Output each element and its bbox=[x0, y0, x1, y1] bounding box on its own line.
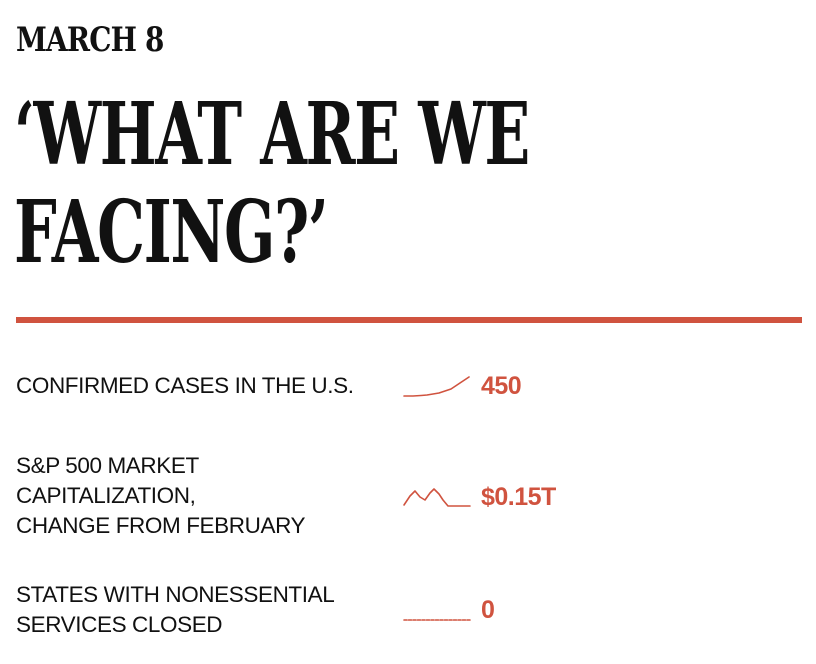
rising-curve-sparkline-icon bbox=[403, 376, 470, 397]
stat-label-line: CHANGE FROM FEBRUARY bbox=[16, 513, 306, 538]
stat-value: 450 bbox=[481, 372, 522, 400]
flat-sparkline-icon bbox=[403, 619, 471, 621]
stat-label: STATES WITH NONESSENTIAL SERVICES CLOSED bbox=[16, 580, 335, 640]
date-heading: MARCH 8 bbox=[16, 20, 164, 60]
stat-label: S&P 500 MARKET CAPITALIZATION, CHANGE FR… bbox=[16, 451, 306, 541]
stat-label-line: S&P 500 MARKET bbox=[16, 453, 199, 478]
stat-value: 0 bbox=[481, 596, 495, 624]
stat-label-line: CONFIRMED CASES IN THE U.S. bbox=[16, 373, 354, 398]
stat-value: $0.15T bbox=[481, 483, 556, 511]
stat-label-line: CAPITALIZATION, bbox=[16, 483, 196, 508]
stat-label-line: STATES WITH NONESSENTIAL bbox=[16, 582, 335, 607]
headline: ‘WHAT ARE WE FACING?’ bbox=[14, 84, 530, 283]
stat-label-line: SERVICES CLOSED bbox=[16, 612, 223, 637]
headline-line-2: FACING?’ bbox=[14, 182, 329, 283]
divider-rule bbox=[16, 317, 802, 323]
zigzag-then-flat-sparkline-icon bbox=[403, 488, 471, 507]
headline-line-1: ‘WHAT ARE WE bbox=[14, 84, 530, 185]
stat-label: CONFIRMED CASES IN THE U.S. bbox=[16, 371, 354, 401]
